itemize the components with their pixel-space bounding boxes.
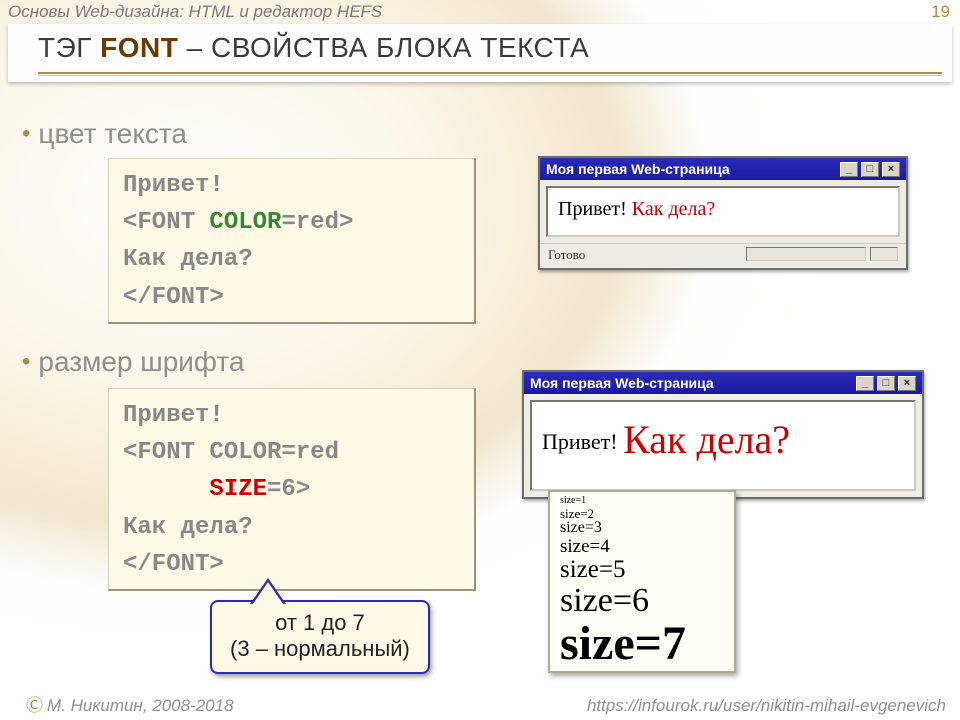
title-tag: FONT xyxy=(100,32,178,63)
code2-l1: Привет! xyxy=(123,402,224,429)
minimize-icon[interactable]: _ xyxy=(840,162,858,177)
sizes-showcase: size=1 size=2 size=3 size=4 size=5 size=… xyxy=(548,490,736,673)
size-5: size=5 xyxy=(560,557,724,583)
code1-l2b: COLOR xyxy=(209,209,281,236)
mini1-text-black: Привет! xyxy=(558,198,632,220)
maximize-icon[interactable]: □ xyxy=(877,376,895,391)
mini1-titlebar: Моя первая Web-страница _ □ × xyxy=(540,158,906,180)
status-fill-icon xyxy=(746,247,866,261)
breadcrumb: Основы Web-дизайна: HTML и редактор HEFS xyxy=(8,2,382,22)
code1-l1: Привет! xyxy=(123,172,224,199)
code1-l4: </FONT> xyxy=(123,284,224,311)
content-area: •цвет текста Привет! <FONT COLOR=red> Ка… xyxy=(0,100,960,690)
close-icon[interactable]: × xyxy=(898,376,916,391)
bullet-color-label: цвет текста xyxy=(38,118,187,149)
bullet-color: •цвет текста xyxy=(22,118,187,150)
size-6: size=6 xyxy=(560,583,724,619)
maximize-icon[interactable]: □ xyxy=(861,162,879,177)
title-underline xyxy=(38,72,942,74)
callout-line2: (3 – нормальный) xyxy=(230,636,410,662)
code2-l3c: =6> xyxy=(267,476,310,503)
mini2-body: Привет! Как дела? xyxy=(530,400,916,491)
mini2-titlebar: Моя первая Web-страница _ □ × xyxy=(524,372,922,394)
slide-title: ТЭГ FONT – СВОЙСТВА БЛОКА ТЕКСТА xyxy=(38,32,942,64)
size-3: size=3 xyxy=(560,520,724,537)
footer-author: ⒸМ. Никитин, 2008-2018 xyxy=(26,691,234,716)
title-post: – СВОЙСТВА БЛОКА ТЕКСТА xyxy=(178,32,589,63)
code1-l2a: <FONT xyxy=(123,209,209,236)
size-2: size=2 xyxy=(560,507,724,521)
code2-l3b: SIZE xyxy=(209,476,267,503)
title-bar: ТЭГ FONT – СВОЙСТВА БЛОКА ТЕКСТА xyxy=(8,24,952,82)
code-block-size: Привет! <FONT COLOR=red SIZE=6> Как дела… xyxy=(108,388,476,591)
title-pre: ТЭГ xyxy=(38,32,100,63)
bullet-size-label: размер шрифта xyxy=(38,346,244,377)
mini1-title: Моя первая Web-страница xyxy=(546,161,730,177)
status-fill-icon xyxy=(870,247,898,261)
callout-tail-icon xyxy=(250,578,286,604)
code1-l3: Как дела? xyxy=(123,246,253,273)
code2-l4: Как дела? xyxy=(123,514,253,541)
callout-line1: от 1 до 7 xyxy=(230,610,410,636)
code2-l5: </FONT> xyxy=(123,551,224,578)
mini-browser-2: Моя первая Web-страница _ □ × Привет! Ка… xyxy=(522,370,924,499)
mini1-body: Привет! Как дела? xyxy=(546,186,900,237)
size-4: size=4 xyxy=(560,537,724,557)
code-block-color: Привет! <FONT COLOR=red> Как дела? </FON… xyxy=(108,158,476,324)
footer-author-text: М. Никитин, 2008-2018 xyxy=(47,696,234,715)
bullet-size: •размер шрифта xyxy=(22,346,244,378)
mini2-text-red: Как дела? xyxy=(623,417,790,462)
mini1-statusbar: Готово xyxy=(540,243,906,268)
size-1: size=1 xyxy=(560,496,724,507)
size-7: size=7 xyxy=(560,619,724,669)
callout-note: от 1 до 7 (3 – нормальный) xyxy=(210,600,430,674)
slide: Основы Web-дизайна: HTML и редактор HEFS… xyxy=(0,0,960,720)
mini1-controls: _ □ × xyxy=(840,162,900,177)
mini2-controls: _ □ × xyxy=(856,376,916,391)
mini1-text-red: Как дела? xyxy=(632,198,715,220)
mini1-status-text: Готово xyxy=(548,247,585,263)
mini2-title: Моя первая Web-страница xyxy=(530,375,714,391)
code1-l2c: =red> xyxy=(281,209,353,236)
bullet-dot-icon: • xyxy=(22,120,38,147)
close-icon[interactable]: × xyxy=(882,162,900,177)
page-number: 19 xyxy=(931,2,950,22)
footer-url: https://infourok.ru/user/nikitin-mihail-… xyxy=(587,696,946,716)
title-underline-shadow xyxy=(38,75,942,76)
mini-browser-1: Моя первая Web-страница _ □ × Привет! Ка… xyxy=(538,156,908,270)
mini2-text-black: Привет! xyxy=(542,429,623,454)
minimize-icon[interactable]: _ xyxy=(856,376,874,391)
code2-l3a xyxy=(123,476,209,503)
code2-l2: <FONT COLOR=red xyxy=(123,439,339,466)
copyright-icon: Ⓒ xyxy=(26,696,47,715)
bullet-dot-icon: • xyxy=(22,348,38,375)
